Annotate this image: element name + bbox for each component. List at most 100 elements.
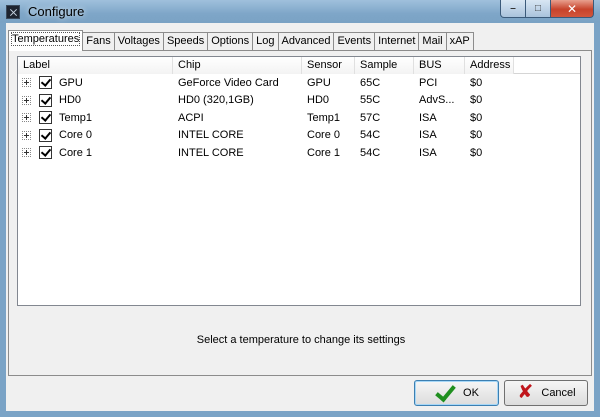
- red-x-icon: ✘: [517, 382, 534, 403]
- expand-icon[interactable]: [22, 95, 31, 105]
- tab-label: Internet: [378, 35, 416, 47]
- enable-checkbox[interactable]: [39, 128, 52, 142]
- tab-log[interactable]: Log: [253, 32, 279, 51]
- sample-cell: 65C: [360, 76, 381, 89]
- tab-events[interactable]: Events: [334, 32, 376, 51]
- minimize-button[interactable]: –: [500, 0, 526, 18]
- maximize-icon: □: [534, 3, 542, 14]
- tab-label: Fans: [86, 35, 111, 47]
- tab-label: Voltages: [117, 35, 160, 47]
- bus-cell: AdvS...: [419, 94, 455, 107]
- enable-checkbox[interactable]: [39, 146, 52, 160]
- column-header-address[interactable]: Address: [465, 57, 514, 74]
- sample-cell: 57C: [360, 111, 381, 124]
- cancel-button[interactable]: ✘ Cancel: [504, 380, 588, 406]
- tab-temperatures[interactable]: Temperatures: [8, 30, 84, 51]
- tab-label: Options: [211, 35, 250, 47]
- sample-cell: 54C: [360, 146, 381, 159]
- expand-icon[interactable]: [22, 113, 31, 123]
- table-row[interactable]: Core 1 INTEL CORE Core 1 54C ISA $0: [18, 144, 580, 162]
- tab-strip: Temperatures Fans Voltages Speeds Option…: [8, 30, 474, 51]
- tab-label: Mail: [422, 35, 443, 47]
- expand-icon[interactable]: [22, 130, 31, 140]
- label-cell: HD0: [18, 93, 173, 107]
- tab-fans[interactable]: Fans: [83, 32, 115, 51]
- label-cell: Core 0: [18, 128, 173, 142]
- status-message: Select a temperature to change its setti…: [196, 334, 406, 346]
- tab-label: Log: [256, 35, 275, 47]
- cancel-button-label: Cancel: [541, 387, 576, 399]
- label-cell: Core 1: [18, 146, 173, 160]
- address-cell: $0: [470, 111, 483, 124]
- row-label: Core 0: [59, 129, 93, 142]
- label-cell: GPU: [18, 76, 173, 90]
- tab-mail[interactable]: Mail: [419, 32, 447, 51]
- chip-cell: HD0 (320,1GB): [178, 94, 254, 107]
- sample-cell: 54C: [360, 129, 381, 142]
- enable-checkbox[interactable]: [39, 93, 52, 107]
- label-cell: Temp1: [18, 111, 173, 125]
- tab-xap[interactable]: xAP: [446, 32, 474, 51]
- chip-cell: GeForce Video Card: [178, 76, 279, 89]
- caption-buttons: – □ ✕: [500, 0, 594, 19]
- app-icon: [6, 5, 20, 19]
- row-label: GPU: [59, 76, 83, 89]
- address-cell: $0: [470, 146, 483, 159]
- list-header: Label Chip Sensor Sample BUS Address: [18, 57, 580, 74]
- bus-cell: PCI: [419, 76, 438, 89]
- bus-cell: ISA: [419, 111, 437, 124]
- sensor-cell: HD0: [307, 94, 330, 107]
- table-row[interactable]: Core 0 INTEL CORE Core 0 54C ISA $0: [18, 127, 580, 145]
- address-cell: $0: [470, 94, 483, 107]
- table-row[interactable]: HD0 HD0 (320,1GB) HD0 55C AdvS... $0: [18, 92, 580, 110]
- column-header-chip[interactable]: Chip: [173, 57, 302, 74]
- column-header-sample[interactable]: Sample: [355, 57, 414, 74]
- address-cell: $0: [470, 76, 483, 89]
- temperatures-panel: Label Chip Sensor Sample BUS Address GPU…: [8, 50, 592, 376]
- tab-internet[interactable]: Internet: [375, 32, 420, 51]
- close-button[interactable]: ✕: [551, 0, 594, 18]
- row-label: Core 1: [59, 146, 93, 159]
- sensor-cell: Temp1: [307, 111, 341, 124]
- configure-window: Configure – □ ✕ Temperatures Fans Voltag…: [0, 0, 600, 417]
- window-title: Configure: [28, 4, 85, 19]
- expand-icon[interactable]: [22, 78, 31, 88]
- chip-cell: INTEL CORE: [178, 129, 244, 142]
- tab-label: Speeds: [166, 35, 205, 47]
- tab-voltages[interactable]: Voltages: [114, 32, 164, 51]
- column-header-sensor[interactable]: Sensor: [302, 57, 355, 74]
- enable-checkbox[interactable]: [39, 111, 52, 125]
- sample-cell: 55C: [360, 94, 381, 107]
- tab-advanced[interactable]: Advanced: [278, 32, 335, 51]
- tab-speeds[interactable]: Speeds: [163, 32, 209, 51]
- row-label: Temp1: [59, 111, 93, 124]
- table-row[interactable]: GPU GeForce Video Card GPU 65C PCI $0: [18, 74, 580, 92]
- close-icon: ✕: [566, 1, 578, 16]
- enable-checkbox[interactable]: [39, 76, 52, 90]
- ok-button-label: OK: [463, 387, 479, 399]
- tab-label: Events: [337, 35, 372, 47]
- dialog-client-area: Temperatures Fans Voltages Speeds Option…: [6, 23, 594, 411]
- row-label: HD0: [59, 94, 82, 107]
- sensor-cell: Core 0: [307, 129, 341, 142]
- column-header-bus[interactable]: BUS: [414, 57, 465, 74]
- address-cell: $0: [470, 129, 483, 142]
- column-header-label[interactable]: Label: [18, 57, 173, 74]
- expand-icon[interactable]: [22, 148, 31, 158]
- tab-label: Temperatures: [10, 32, 81, 46]
- maximize-button[interactable]: □: [526, 0, 551, 18]
- sensor-cell: GPU: [307, 76, 331, 89]
- table-row[interactable]: Temp1 ACPI Temp1 57C ISA $0: [18, 109, 580, 127]
- bus-cell: ISA: [419, 146, 437, 159]
- chip-cell: ACPI: [178, 111, 204, 124]
- minimize-icon: –: [510, 3, 516, 14]
- sensor-cell: Core 1: [307, 146, 341, 159]
- tab-label: xAP: [449, 35, 470, 47]
- ok-button[interactable]: OK: [414, 380, 499, 406]
- bus-cell: ISA: [419, 129, 437, 142]
- temperature-list[interactable]: Label Chip Sensor Sample BUS Address GPU…: [17, 56, 581, 306]
- checkmark-icon: [434, 385, 456, 401]
- tab-options[interactable]: Options: [208, 32, 254, 51]
- tab-label: Advanced: [281, 35, 331, 47]
- title-bar[interactable]: Configure – □ ✕: [0, 0, 600, 23]
